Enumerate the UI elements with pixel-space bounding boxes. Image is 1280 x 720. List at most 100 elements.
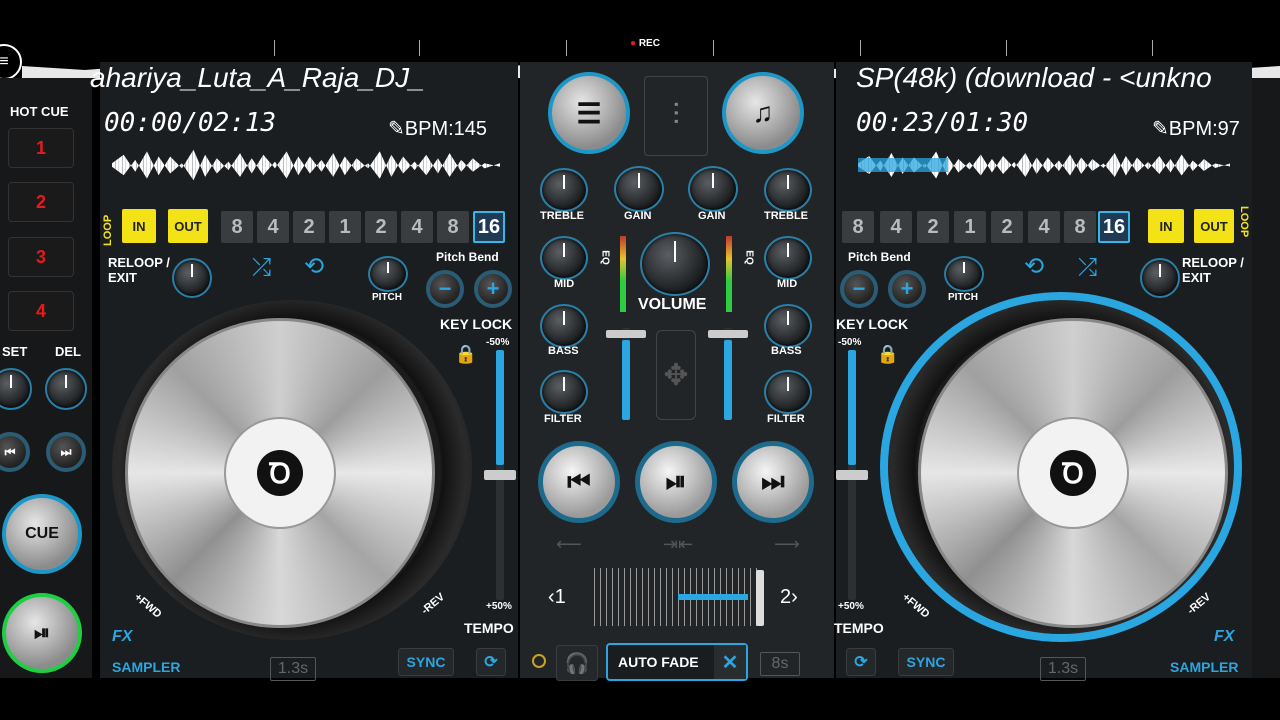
deck-a-key-lock-label: KEY LOCK	[440, 316, 513, 332]
gain-knob-b[interactable]	[688, 166, 738, 212]
del-knob[interactable]	[45, 368, 87, 410]
deck-a-loop-8b[interactable]: 8	[437, 211, 469, 243]
deck-b-repeat-icon[interactable]: ⟲	[1024, 252, 1044, 281]
deck-a-out-button[interactable]: OUT	[168, 209, 208, 243]
deck-a-loop-8[interactable]: 8	[221, 211, 253, 243]
next-cue-button[interactable]: ⏭	[46, 432, 86, 472]
play-pause-button-a[interactable]: ⏯	[2, 593, 82, 673]
mixer-settings-icon[interactable]: ⫶	[644, 76, 708, 156]
channel-fader-b-level	[724, 340, 732, 420]
deck-b-loop-1[interactable]: 1	[954, 211, 986, 243]
next-track-button[interactable]: ⏭	[732, 441, 814, 523]
deck-a-loop-1[interactable]: 1	[329, 211, 361, 243]
deck-b-time-box[interactable]: 1.3s	[1040, 657, 1086, 681]
set-label: SET	[2, 344, 28, 359]
deck-a-pitch-plus-button[interactable]: +	[474, 270, 512, 308]
hot-cue-pad-3[interactable]: 3	[8, 237, 74, 277]
deck-b-pitch-minus-button[interactable]: −	[840, 270, 878, 308]
deck-b-pitch-knob[interactable]	[944, 256, 984, 292]
deck-a-pitch-max: -50%	[486, 337, 510, 348]
filter-label-b: FILTER	[767, 413, 805, 425]
previous-track-button[interactable]: ⏮	[538, 441, 620, 523]
deck-b-loop-8b[interactable]: 8	[1064, 211, 1096, 243]
vu-meter-b	[726, 236, 732, 312]
deck-a-pitch-bend-label: Pitch Bend	[436, 250, 499, 264]
deck-a-reloop-knob[interactable]	[172, 258, 212, 298]
channel-fader-b-handle[interactable]	[708, 330, 748, 338]
deck-a-loop-2b[interactable]: 2	[365, 211, 397, 243]
deck-a-bpm[interactable]: ✎BPM:145	[388, 116, 487, 141]
deck-b-loop-2[interactable]: 2	[917, 211, 949, 243]
volume-knob[interactable]	[640, 232, 710, 296]
auto-fade-button[interactable]: AUTO FADE ✕	[606, 643, 748, 681]
hot-cue-pad-2[interactable]: 2	[8, 182, 74, 222]
deck-a-sync-button[interactable]: SYNC	[398, 648, 454, 676]
treble-knob-b[interactable]	[764, 168, 812, 212]
deck-b-sync-icon[interactable]: ⟳	[846, 648, 876, 676]
deck-a-loop-16[interactable]: 16	[473, 211, 505, 243]
headphone-button[interactable]: 🎧	[556, 645, 598, 681]
deck-a-in-button[interactable]: IN	[122, 209, 156, 243]
bass-knob-a[interactable]	[540, 304, 588, 348]
deck-b-pitch-max: -50%	[838, 337, 862, 348]
play-pause-button-center[interactable]: ⏯	[635, 441, 717, 523]
deck-a-loop-2[interactable]: 2	[293, 211, 325, 243]
playlist-button[interactable]: ☰	[548, 72, 630, 154]
deck-b-sync-button[interactable]: SYNC	[898, 648, 954, 676]
deck-b-pitch-plus-button[interactable]: +	[888, 270, 926, 308]
deck-a-sampler-label[interactable]: SAMPLER	[112, 659, 180, 675]
mid-label-a: MID	[554, 278, 575, 290]
deck-b-loop-4b[interactable]: 4	[1028, 211, 1060, 243]
auto-fade-time[interactable]: 8s	[760, 652, 800, 676]
filter-knob-b[interactable]	[764, 370, 812, 414]
filter-knob-a[interactable]	[540, 370, 588, 414]
deck-b-in-button[interactable]: IN	[1148, 209, 1184, 243]
bass-knob-b[interactable]	[764, 304, 812, 348]
deck-a-pitch-minus-button[interactable]: −	[426, 270, 464, 308]
deck-b-out-button[interactable]: OUT	[1194, 209, 1234, 243]
deck-a-sync-icon[interactable]: ⟳	[476, 648, 506, 676]
deck-a-repeat-icon[interactable]: ⟲	[304, 252, 324, 281]
bass-label-b: BASS	[771, 345, 802, 357]
crossfader-arrows: ⟵ ⇥⇤ ⟶	[556, 534, 800, 554]
deck-b-fx-label[interactable]: FX	[1214, 628, 1234, 646]
mid-knob-a[interactable]	[540, 236, 588, 280]
auto-fade-label: AUTO FADE	[618, 654, 699, 670]
gain-knob-a[interactable]	[614, 166, 664, 212]
deck-b-pitch-min: +50%	[838, 601, 864, 612]
deck-a-shuffle-icon[interactable]: ⤮	[252, 254, 271, 282]
cue-button[interactable]: CUE	[2, 494, 82, 574]
deck-b-loop-16[interactable]: 16	[1098, 211, 1130, 243]
rec-indicator[interactable]: ● REC	[630, 38, 660, 49]
deck-b-loop-4[interactable]: 4	[880, 211, 912, 243]
deck-a-time-box[interactable]: 1.3s	[270, 657, 316, 681]
deck-b-reloop-knob[interactable]	[1140, 258, 1180, 298]
music-library-button[interactable]: ♫	[722, 72, 804, 154]
treble-label-a: TREBLE	[540, 210, 584, 222]
hot-cue-pad-1[interactable]: 1	[8, 128, 74, 168]
deck-b-shuffle-icon[interactable]: ⤮	[1078, 254, 1097, 282]
deck-b-loop-2b[interactable]: 2	[991, 211, 1023, 243]
treble-knob-a[interactable]	[540, 168, 588, 212]
deck-a-fx-label[interactable]: FX	[112, 628, 132, 646]
channel-fader-a-handle[interactable]	[606, 330, 646, 338]
timeline-ruler: ● REC	[0, 38, 1280, 62]
auto-fade-close-icon[interactable]: ✕	[714, 645, 746, 679]
deck-b-tempo-handle[interactable]	[836, 470, 868, 480]
deck-a-loop-4b[interactable]: 4	[401, 211, 433, 243]
deck-b-pitch-bend-label: Pitch Bend	[848, 250, 911, 264]
channel-fader-a-level	[622, 340, 630, 420]
deck-b-bpm[interactable]: ✎BPM:97	[1152, 116, 1240, 141]
deck-b-reloop-label: RELOOP / EXIT	[1182, 255, 1244, 285]
center-logo-icon: ✥	[656, 330, 696, 420]
deck-a-loop-4[interactable]: 4	[257, 211, 289, 243]
crossfader-handle[interactable]	[756, 570, 764, 626]
mid-knob-b[interactable]	[764, 236, 812, 280]
hot-cue-pad-4[interactable]: 4	[8, 291, 74, 331]
deck-a-lock-icon[interactable]: 🔒	[452, 340, 480, 368]
deck-b-loop-8[interactable]: 8	[842, 211, 874, 243]
deck-b-lock-icon[interactable]: 🔒	[874, 340, 902, 368]
deck-a-pitch-knob[interactable]	[368, 256, 408, 292]
deck-a-tempo-handle[interactable]	[484, 470, 516, 480]
deck-b-sampler-label[interactable]: SAMPLER	[1170, 659, 1238, 675]
